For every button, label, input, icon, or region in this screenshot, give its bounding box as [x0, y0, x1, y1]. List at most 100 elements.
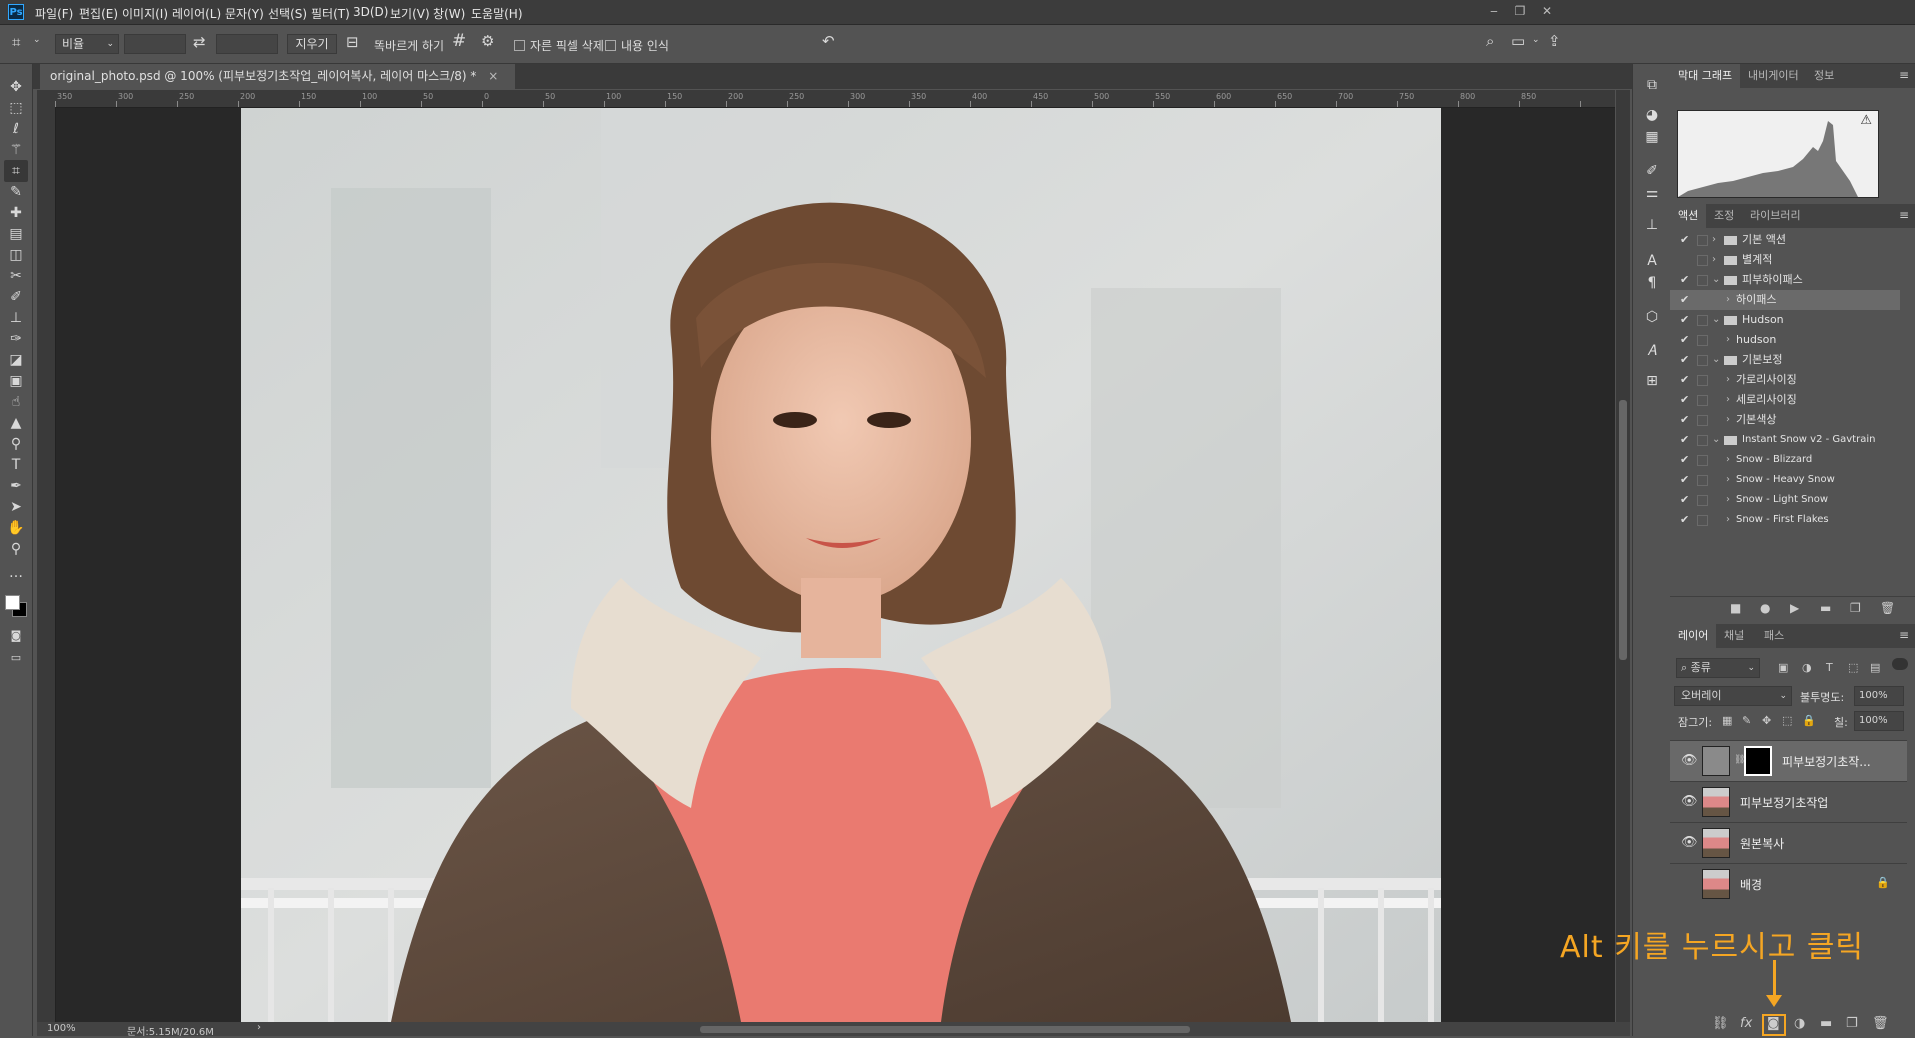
new-set-icon[interactable]: ▬: [1820, 601, 1831, 615]
dialog-toggle-icon[interactable]: [1697, 315, 1708, 326]
menu-type[interactable]: 문자(Y): [225, 5, 264, 22]
lock-image-icon[interactable]: ✎: [1742, 714, 1751, 727]
delete-layer-icon[interactable]: 🗑: [1872, 1016, 1889, 1031]
menu-image[interactable]: 이미지(I): [122, 5, 168, 22]
dialog-toggle-icon[interactable]: [1697, 355, 1708, 366]
eraser-tool-icon[interactable]: ◪: [4, 349, 28, 371]
adjustment-layer-icon[interactable]: ◑: [1794, 1016, 1805, 1031]
action-item[interactable]: ✔ › 기본색상: [1670, 410, 1900, 430]
chevron-right-icon[interactable]: ›: [1712, 250, 1716, 270]
check-icon[interactable]: ✔: [1680, 450, 1689, 470]
foreground-color-icon[interactable]: [5, 595, 20, 610]
panel-menu-icon[interactable]: ≡: [1899, 68, 1909, 82]
chevron-down-icon[interactable]: ⌄: [33, 35, 41, 45]
bandage-tool-icon[interactable]: ▤: [4, 223, 28, 245]
chevron-down-icon[interactable]: ⌄: [1712, 350, 1720, 370]
check-icon[interactable]: ✔: [1680, 270, 1689, 290]
check-icon[interactable]: ✔: [1680, 430, 1689, 450]
content-move-tool-icon[interactable]: ✂: [4, 265, 28, 287]
new-group-icon[interactable]: ▬: [1820, 1016, 1832, 1031]
layer-filter-select[interactable]: ⌕ 종류 ⌄: [1676, 658, 1760, 678]
fx-icon[interactable]: fx: [1740, 1016, 1752, 1031]
close-window-icon[interactable]: ✕: [1534, 3, 1560, 19]
add-layer-mask-icon[interactable]: ◙: [1767, 1016, 1780, 1031]
menu-layer[interactable]: 레이어(L): [172, 5, 221, 22]
horizontal-scrollbar[interactable]: [700, 1026, 1190, 1033]
restore-icon[interactable]: ❐: [1507, 3, 1533, 19]
smudge-tool-icon[interactable]: ☝: [4, 391, 28, 413]
history-brush-tool-icon[interactable]: ✑: [4, 328, 28, 350]
height-field[interactable]: [216, 34, 278, 54]
stop-icon[interactable]: ■: [1730, 601, 1741, 615]
glyphs-icon[interactable]: 𝐴: [1641, 340, 1663, 362]
swatches-icon[interactable]: ▦: [1641, 126, 1663, 148]
action-item[interactable]: ✔ › 하이패스: [1670, 290, 1900, 310]
check-icon[interactable]: ✔: [1680, 230, 1689, 250]
chevron-right-icon[interactable]: ›: [1726, 370, 1730, 390]
check-icon[interactable]: ✔: [1680, 370, 1689, 390]
chevron-right-icon[interactable]: ›: [1726, 510, 1730, 530]
chevron-right-icon[interactable]: ›: [1726, 410, 1730, 430]
opacity-field[interactable]: 100%: [1854, 686, 1904, 706]
crop-tool-icon[interactable]: ⌗: [4, 160, 28, 182]
ruler-horizontal[interactable]: 350 300 250 200 150 100 50 0 50 100 150 …: [55, 90, 1615, 108]
action-item[interactable]: ✔ › 세로리사이징: [1670, 390, 1900, 410]
chevron-right-icon[interactable]: ›: [1726, 490, 1730, 510]
eye-icon[interactable]: 👁: [1681, 835, 1698, 850]
tab-paths[interactable]: 패스: [1756, 624, 1792, 648]
chevron-down-icon[interactable]: ⌄: [1712, 310, 1720, 330]
dialog-toggle-icon[interactable]: [1697, 375, 1708, 386]
chevron-right-icon[interactable]: ›: [1726, 450, 1730, 470]
dialog-toggle-icon[interactable]: [1697, 275, 1708, 286]
filter-smart-icon[interactable]: ▤: [1870, 661, 1880, 674]
check-icon[interactable]: ✔: [1680, 390, 1689, 410]
minimize-icon[interactable]: ‒: [1481, 3, 1507, 19]
photo-canvas[interactable]: [241, 108, 1441, 1022]
check-icon[interactable]: ✔: [1680, 310, 1689, 330]
dialog-toggle-icon[interactable]: [1697, 435, 1708, 446]
action-item[interactable]: ✔ › 가로리사이징: [1670, 370, 1900, 390]
workspace-icon[interactable]: ▭: [1511, 32, 1525, 50]
filter-toggle[interactable]: [1892, 658, 1908, 670]
sharpen-tool-icon[interactable]: ▲: [4, 412, 28, 434]
chevron-down-icon[interactable]: ⌄: [1532, 35, 1540, 45]
dialog-toggle-icon[interactable]: [1697, 255, 1708, 266]
filter-adjustment-icon[interactable]: ◑: [1802, 661, 1812, 674]
search-icon[interactable]: ⌕: [1486, 32, 1494, 50]
grid-overlay-icon[interactable]: #: [452, 31, 466, 51]
menu-view[interactable]: 보기(V): [390, 5, 430, 22]
pen-tool-icon[interactable]: ✒: [4, 475, 28, 497]
action-set[interactable]: ✔ ⌄ Instant Snow v2 - Gavtrain: [1670, 430, 1900, 450]
ruler-vertical[interactable]: [37, 107, 56, 1022]
menu-window[interactable]: 창(W): [433, 5, 465, 22]
check-icon[interactable]: ✔: [1680, 330, 1689, 350]
tab-actions[interactable]: 액션: [1670, 204, 1707, 228]
swap-icon[interactable]: ⇄: [193, 33, 206, 51]
filter-shape-icon[interactable]: ⬚: [1848, 661, 1858, 674]
zoom-tool-icon[interactable]: ⚲: [4, 538, 28, 560]
brushes-icon[interactable]: ✐: [1641, 160, 1663, 182]
menu-file[interactable]: 파일(F): [35, 5, 73, 22]
warning-icon[interactable]: ⚠: [1860, 113, 1872, 128]
lock-transparent-icon[interactable]: ▦: [1722, 714, 1732, 727]
tab-libraries[interactable]: 라이브러리: [1742, 204, 1809, 228]
share-icon[interactable]: ⇪: [1548, 32, 1561, 50]
clear-button[interactable]: 지우기: [287, 34, 337, 54]
new-action-icon[interactable]: ❐: [1850, 601, 1861, 615]
tab-navigator[interactable]: 내비게이터: [1740, 64, 1807, 88]
chevron-right-icon[interactable]: ›: [1712, 230, 1716, 250]
play-icon[interactable]: ▶: [1790, 601, 1799, 615]
blend-mode-select[interactable]: 오버레이 ⌄: [1674, 686, 1792, 706]
color-swatches[interactable]: [4, 594, 27, 617]
tab-info[interactable]: 정보: [1806, 64, 1842, 88]
chevron-down-icon[interactable]: ⌄: [1712, 430, 1720, 450]
paragraph-icon[interactable]: ¶: [1641, 272, 1663, 294]
more-tools-icon[interactable]: …: [4, 562, 28, 584]
chevron-down-icon[interactable]: ⌄: [1712, 270, 1720, 290]
gradient-tool-icon[interactable]: ▣: [4, 370, 28, 392]
check-icon[interactable]: ✔: [1680, 290, 1689, 310]
check-icon[interactable]: ✔: [1680, 410, 1689, 430]
chevron-right-icon[interactable]: ›: [1726, 470, 1730, 490]
marquee-tool-icon[interactable]: ⬚: [4, 97, 28, 119]
zoom-level[interactable]: 100%: [47, 1023, 76, 1034]
